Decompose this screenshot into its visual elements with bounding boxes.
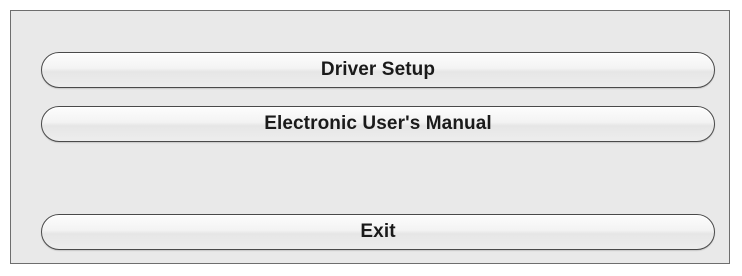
exit-button[interactable]: Exit bbox=[41, 214, 715, 250]
exit-label: Exit bbox=[360, 221, 396, 242]
user-manual-label: Electronic User's Manual bbox=[264, 113, 492, 134]
driver-setup-label: Driver Setup bbox=[320, 59, 436, 80]
driver-setup-button[interactable]: Driver Setup bbox=[41, 52, 715, 88]
user-manual-button[interactable]: Electronic User's Manual bbox=[41, 106, 715, 142]
installer-panel: Driver Setup Electronic User's Manual Ex… bbox=[10, 10, 730, 264]
